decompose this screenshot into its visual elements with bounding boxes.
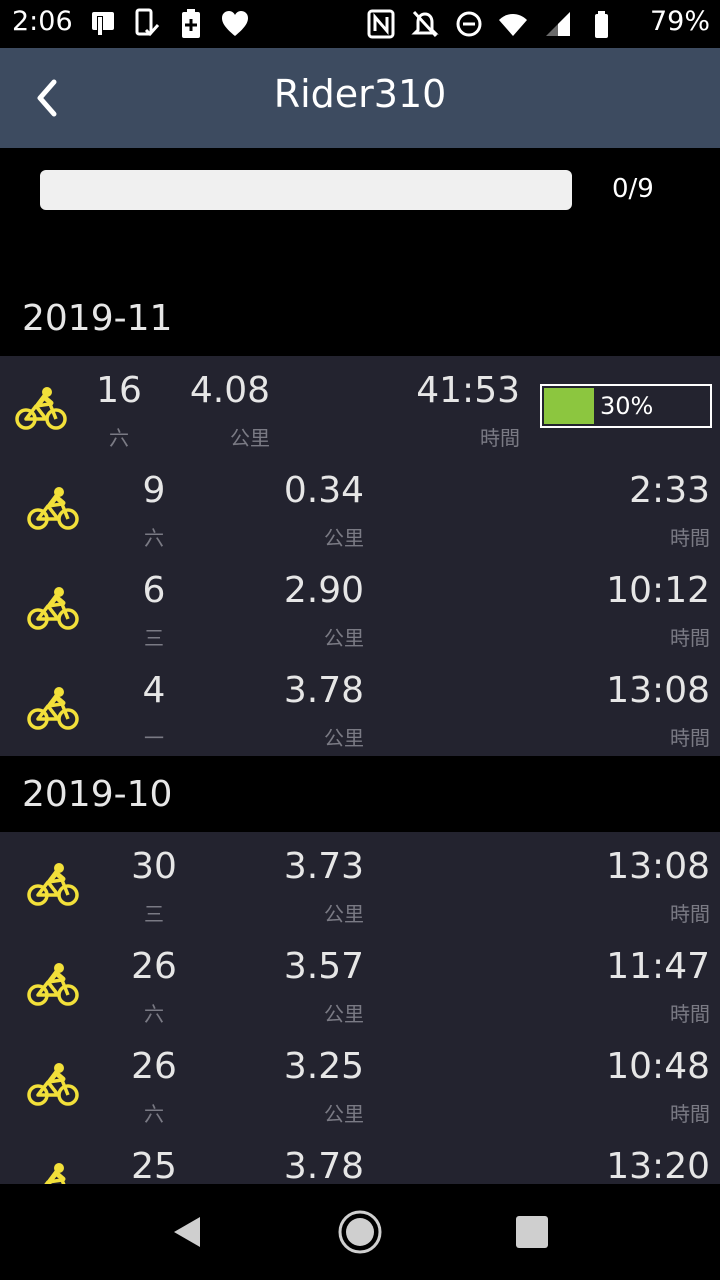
ride-row[interactable]: 30 三 3.73 公里 13:08 時間: [0, 832, 720, 932]
status-left-icons: [88, 8, 250, 40]
ride-day: 26: [131, 946, 177, 987]
ride-day: 26: [131, 1046, 177, 1087]
status-bar: 2:06 79%: [0, 0, 720, 48]
do-not-disturb-icon: [456, 11, 482, 37]
battery-percent: 79%: [649, 6, 710, 37]
bicycle-icon: [15, 387, 67, 430]
cell-signal-icon: [546, 12, 570, 36]
ride-duration: 13:08: [606, 670, 710, 711]
status-right-icons: [366, 8, 616, 40]
ride-duration-unit: 時間: [670, 526, 710, 550]
ride-distance-unit: 公里: [324, 626, 364, 650]
ride-weekday: 六: [144, 1002, 164, 1026]
bicycle-icon: [27, 863, 79, 906]
bicycle-icon: [27, 687, 79, 730]
ride-duration-unit: 時間: [670, 1002, 710, 1026]
phone-check-icon: [135, 8, 160, 37]
ride-distance-unit: 公里: [324, 1102, 364, 1126]
ride-duration-unit: 時間: [670, 626, 710, 650]
ride-weekday: 六: [144, 1102, 164, 1126]
ride-weekday: 六: [144, 526, 164, 550]
ride-duration: 13:08: [606, 846, 710, 887]
ride-distance-unit: 公里: [324, 1002, 364, 1026]
ride-distance-unit: 公里: [230, 426, 270, 450]
ride-day: 30: [131, 846, 177, 887]
square-recent-icon[interactable]: [516, 1216, 548, 1248]
triangle-back-icon[interactable]: [168, 1214, 204, 1250]
month-header: 2019-10: [0, 756, 720, 832]
ride-row[interactable]: 25 3.78 13:20: [0, 1132, 720, 1184]
ride-distance: 3.73: [283, 846, 364, 887]
heart-icon: [222, 11, 248, 36]
ride-list: 16 六 4.08 公里 41:53 時間 30% 9 六 0.34 公里 2:…: [0, 356, 720, 756]
ride-duration: 10:48: [606, 1046, 710, 1087]
bicycle-icon: [27, 587, 79, 630]
ride-distance-unit: 公里: [324, 526, 364, 550]
ride-day: 25: [131, 1146, 177, 1184]
month-header: 2019-11: [0, 280, 720, 356]
ride-weekday: 三: [144, 902, 164, 926]
ride-distance: 4.08: [189, 370, 270, 411]
page-title: Rider310: [273, 72, 447, 116]
month-label: 2019-11: [22, 298, 173, 339]
bell-off-icon: [411, 10, 439, 38]
sync-progress-bar: [40, 170, 572, 210]
bicycle-icon: [27, 1063, 79, 1106]
wifi-icon: [499, 14, 527, 36]
bicycle-icon: [44, 1163, 66, 1184]
ride-duration-unit: 時間: [670, 726, 710, 750]
upload-progress-fill: [544, 388, 594, 424]
battery-icon: [595, 11, 608, 38]
circle-home-icon[interactable]: [336, 1208, 384, 1256]
ride-duration: 13:20: [606, 1146, 710, 1184]
ride-distance-unit: 公里: [324, 726, 364, 750]
ride-distance: 3.78: [283, 1146, 364, 1184]
nfc-icon: [367, 9, 395, 39]
ride-duration: 2:33: [629, 470, 710, 511]
ride-row[interactable]: 6 三 2.90 公里 10:12 時間: [0, 556, 720, 656]
ride-row[interactable]: 16 六 4.08 公里 41:53 時間 30%: [0, 356, 720, 456]
screen-cast-icon: [92, 12, 114, 36]
ride-duration: 10:12: [606, 570, 710, 611]
ride-distance: 3.25: [283, 1046, 364, 1087]
app-bar: Rider310: [0, 48, 720, 148]
upload-progress: 30%: [540, 384, 712, 428]
ride-distance: 3.57: [283, 946, 364, 987]
ride-distance: 0.34: [283, 470, 364, 511]
ride-list: 30 三 3.73 公里 13:08 時間 26 六 3.57 公里 11:47…: [0, 832, 720, 1184]
navigation-bar: [0, 1184, 720, 1280]
ride-distance: 2.90: [283, 570, 364, 611]
battery-plus-icon: [182, 9, 200, 38]
ride-row[interactable]: 9 六 0.34 公里 2:33 時間: [0, 456, 720, 556]
upload-progress-text: 30%: [600, 392, 654, 420]
ride-weekday: 三: [144, 626, 164, 650]
ride-duration-unit: 時間: [670, 902, 710, 926]
ride-duration: 41:53: [416, 370, 520, 411]
ride-duration-unit: 時間: [480, 426, 520, 450]
bicycle-icon: [27, 963, 79, 1006]
ride-distance-unit: 公里: [324, 902, 364, 926]
ride-row[interactable]: 26 六 3.57 公里 11:47 時間: [0, 932, 720, 1032]
ride-weekday: 一: [144, 726, 164, 750]
ride-row[interactable]: 26 六 3.25 公里 10:48 時間: [0, 1032, 720, 1132]
month-label: 2019-10: [22, 774, 173, 815]
ride-day: 4: [142, 670, 166, 711]
status-time: 2:06: [12, 6, 73, 37]
sync-count: 0/9: [612, 174, 654, 204]
ride-duration: 11:47: [606, 946, 710, 987]
ride-distance: 3.78: [283, 670, 364, 711]
ride-day: 9: [142, 470, 166, 511]
ride-row[interactable]: 4 一 3.78 公里 13:08 時間: [0, 656, 720, 756]
bicycle-icon: [27, 487, 79, 530]
ride-duration-unit: 時間: [670, 1102, 710, 1126]
ride-day: 6: [142, 570, 166, 611]
